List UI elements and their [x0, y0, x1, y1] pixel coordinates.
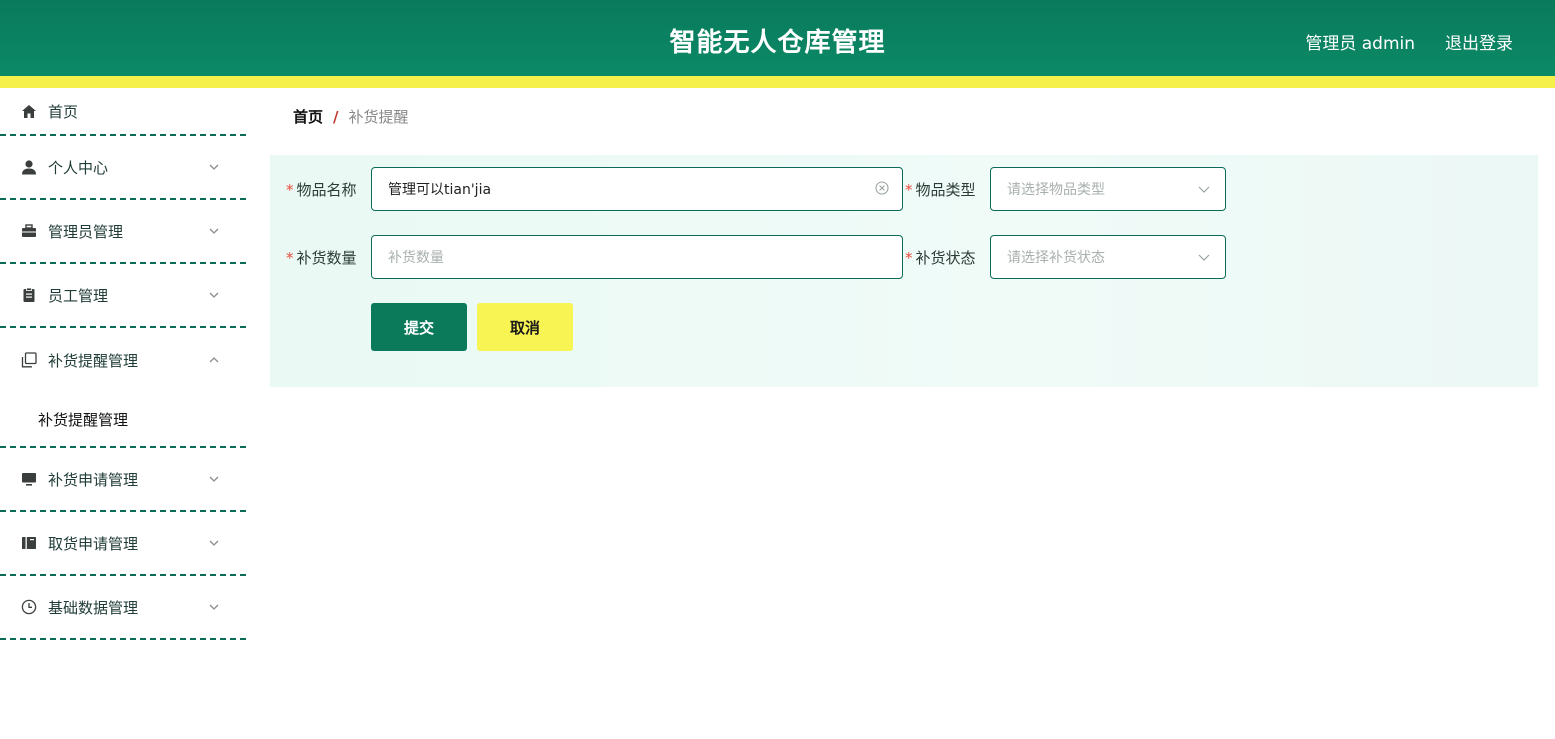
required-mark: * — [905, 181, 913, 199]
sidebar-item-label: 员工管理 — [48, 286, 109, 305]
breadcrumb: 首页 / 补货提醒 — [293, 106, 409, 127]
clock-icon — [20, 598, 38, 616]
chevron-down-icon — [206, 287, 222, 303]
current-user: 管理员 admin — [1305, 34, 1415, 54]
restock-status-placeholder: 请选择补货状态 — [1007, 250, 1105, 266]
breadcrumb-home[interactable]: 首页 — [293, 106, 323, 127]
copy-icon — [20, 351, 38, 369]
chevron-down-icon — [206, 159, 222, 175]
restock-qty-placeholder: 补货数量 — [388, 250, 444, 266]
sidebar-item-label: 补货提醒管理 — [48, 351, 139, 370]
clear-icon[interactable] — [874, 180, 890, 196]
submit-button[interactable]: 提交 — [371, 303, 467, 351]
item-name-input[interactable]: 管理可以tian'jia — [371, 167, 903, 211]
sidebar-item-admin-management[interactable]: 管理员管理 — [0, 200, 246, 264]
item-name-label: * 物品名称 — [286, 181, 357, 199]
sidebar-item-basic-data-management[interactable]: 基础数据管理 — [0, 576, 246, 640]
sidebar-item-restock-request-management[interactable]: 补货申请管理 — [0, 448, 246, 512]
chevron-down-icon — [206, 599, 222, 615]
sidebar-item-label: 基础数据管理 — [48, 598, 139, 617]
briefcase-icon — [20, 222, 38, 240]
chevron-down-icon — [206, 535, 222, 551]
restock-status-label: * 补货状态 — [905, 249, 976, 267]
chevron-down-icon — [206, 223, 222, 239]
chevron-down-icon — [1197, 182, 1211, 196]
item-type-placeholder: 请选择物品类型 — [1007, 182, 1105, 198]
chevron-down-icon — [206, 471, 222, 487]
restock-qty-input[interactable]: 补货数量 — [371, 235, 903, 279]
book-icon — [20, 534, 38, 552]
cancel-button[interactable]: 取消 — [477, 303, 573, 351]
logout-link[interactable]: 退出登录 — [1445, 29, 1513, 54]
breadcrumb-current: 补货提醒 — [348, 108, 409, 126]
required-mark: * — [286, 181, 294, 199]
sidebar-item-label: 取货申请管理 — [48, 534, 139, 553]
sidebar-subitem-label: 补货提醒管理 — [38, 410, 129, 429]
sidebar-item-profile[interactable]: 个人中心 — [0, 136, 246, 200]
item-type-label: * 物品类型 — [905, 181, 976, 199]
header-accent-stripe — [0, 76, 1555, 88]
sidebar-item-label: 个人中心 — [48, 158, 109, 177]
clipboard-icon — [20, 286, 38, 304]
required-mark: * — [286, 249, 294, 267]
item-type-select[interactable]: 请选择物品类型 — [990, 167, 1226, 211]
sidebar-item-pickup-request-management[interactable]: 取货申请管理 — [0, 512, 246, 576]
required-mark: * — [905, 249, 913, 267]
sidebar: 首页 个人中心 管理员管理 员工管理 补货提醒管理 补货提醒管理 补货申请管理 … — [0, 88, 246, 648]
sidebar-item-home[interactable]: 首页 — [0, 88, 246, 136]
home-icon — [20, 102, 38, 120]
breadcrumb-separator: / — [333, 107, 339, 126]
monitor-icon — [20, 470, 38, 488]
sidebar-item-label: 首页 — [48, 102, 79, 121]
sidebar-item-label: 补货申请管理 — [48, 470, 139, 489]
sidebar-item-label: 管理员管理 — [48, 222, 124, 241]
restock-qty-label: * 补货数量 — [286, 249, 357, 267]
chevron-up-icon — [206, 352, 222, 368]
item-name-value: 管理可以tian'jia — [388, 182, 492, 198]
sidebar-item-restock-reminder-management[interactable]: 补货提醒管理 — [0, 328, 246, 392]
sidebar-subitem-restock-reminder[interactable]: 补货提醒管理 — [0, 392, 246, 448]
user-icon — [20, 158, 38, 176]
top-header: 智能无人仓库管理 管理员 admin 退出登录 — [0, 0, 1555, 88]
chevron-down-icon — [1197, 250, 1211, 264]
restock-status-select[interactable]: 请选择补货状态 — [990, 235, 1226, 279]
sidebar-item-staff-management[interactable]: 员工管理 — [0, 264, 246, 328]
